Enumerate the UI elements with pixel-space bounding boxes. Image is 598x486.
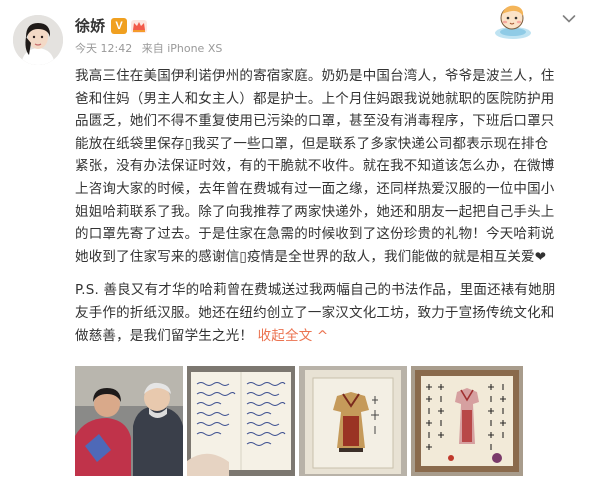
- text-line: 能放在纸袋里保存▯我买了一些口罩，但是联系了多家快递公司都表示现在排仓: [75, 135, 549, 152]
- calligraphy-artwork-photo[interactable]: [411, 366, 523, 476]
- post-body: 我高三住在美国伊利诺伊州的寄宿家庭。奶奶是中国台湾人，爷爷是波兰人，住 爸和住妈…: [75, 65, 589, 358]
- text-line-with-link: 做慈善，是我们留学生之光！ 收起全文 ^: [75, 325, 589, 348]
- avatar[interactable]: [13, 15, 63, 65]
- mascot-sticker-icon: [495, 5, 531, 39]
- text-line: 做慈善，是我们留学生之光！: [75, 327, 254, 344]
- photo-grid: [75, 366, 555, 478]
- chevron-down-icon[interactable]: [562, 14, 576, 24]
- post-paragraph-1: 我高三住在美国伊利诺伊州的寄宿家庭。奶奶是中国台湾人，爷爷是波兰人，住 爸和住妈…: [75, 65, 589, 268]
- post-time[interactable]: 今天 12:42: [75, 42, 132, 55]
- text-line: 品匮乏，她们不得不重复使用已污染的口罩，甚至没有消毒程序，下班后口罩只: [75, 113, 555, 130]
- weibo-post: 徐娇 V 今天 12:42 来自 iPhone XS 我高三住在美国伊利诺伊州的…: [0, 0, 598, 486]
- text-line: P.S. 善良又有才华的哈莉曾在费城送过我两幅自己的书法作品，里面还裱有她朋: [75, 282, 556, 299]
- framed-paper-hanfu-photo[interactable]: [299, 366, 407, 476]
- text-line: 的口罩先寄了过去。于是住家在急需的时候收到了这份珍贵的礼物！今天哈莉说: [75, 226, 555, 243]
- author-name[interactable]: 徐娇: [75, 16, 105, 36]
- collapse-full-text-link[interactable]: 收起全文 ^: [258, 328, 329, 344]
- post-paragraph-2: P.S. 善良又有才华的哈莉曾在费城送过我两幅自己的书法作品，里面还裱有她朋 友…: [75, 279, 589, 347]
- post-meta: 今天 12:42 来自 iPhone XS: [75, 42, 228, 56]
- verified-badge-icon: V: [111, 18, 127, 34]
- post-source: 来自 iPhone XS: [141, 42, 223, 55]
- text-line: 姐姐哈莉联系了我。除了向我推荐了两家快递外，她还和朋友一起把自己手头上: [75, 203, 555, 220]
- text-line: 上咨询大家的时候，去年曾在费城有过一面之缘，还同样热爱汉服的一位中国小: [75, 180, 555, 197]
- crown-icon[interactable]: [130, 17, 148, 35]
- text-line: 爸和住妈（男主人和女主人）都是护士。上个月住妈跟我说她就职的医院防护用: [75, 90, 555, 107]
- handwritten-card-photo[interactable]: [187, 366, 295, 476]
- couple-photo[interactable]: [75, 366, 183, 476]
- text-line: 紧张，没有办法保证时效，有的干脆就不收件。就在我不知道该怎么办，在微博: [75, 158, 555, 175]
- text-line: 我高三住在美国伊利诺伊州的寄宿家庭。奶奶是中国台湾人，爷爷是波兰人，住: [75, 68, 555, 84]
- text-line: 她收到了住家写来的感谢信▯疫情是全世界的敌人，我们能做的就是相互关爱❤: [75, 248, 547, 265]
- text-line: 友手作的折纸汉服。她还在纽约创立了一家汉文化工坊，致力于宣扬传统文化和: [75, 304, 555, 321]
